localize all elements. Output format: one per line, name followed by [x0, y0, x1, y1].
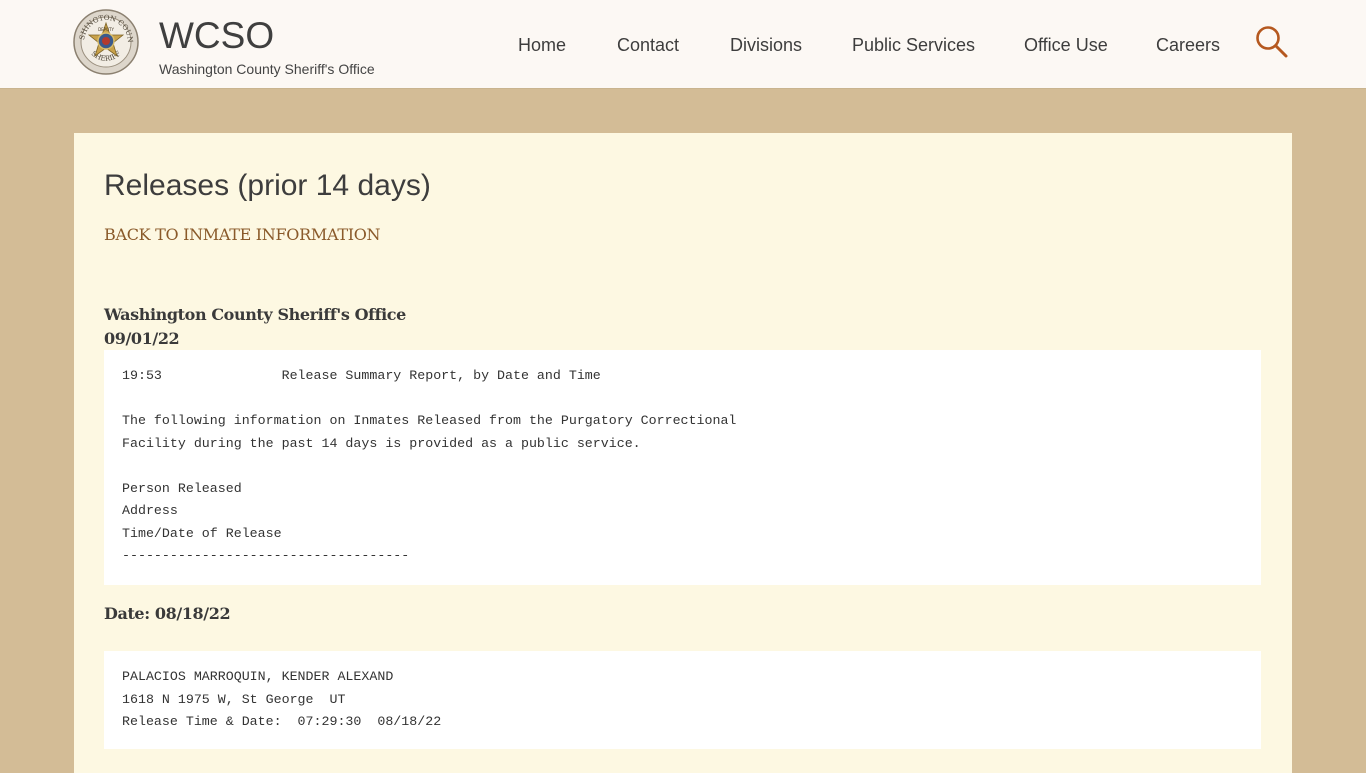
back-to-inmate-information-link[interactable]: BACK TO INMATE INFORMATION — [104, 225, 381, 245]
nav-contact[interactable]: Contact — [617, 34, 679, 56]
search-icon — [1256, 26, 1288, 58]
report-line: Time/Date of Release — [122, 525, 282, 541]
release-record-text: PALACIOS MARROQUIN, KENDER ALEXAND 1618 … — [122, 666, 441, 734]
page-title: Releases (prior 14 days) — [104, 169, 431, 202]
report-line: Person Released — [122, 480, 242, 496]
report-summary-box: 19:53 Release Summary Report, by Date an… — [104, 350, 1261, 585]
site-header: WASHINGTON COUNTY SHERIFF DEPUTY WCSO Wa… — [0, 0, 1366, 89]
report-line: 19:53 Release Summary Report, by Date an… — [122, 368, 601, 383]
main-navigation: Home Contact Divisions Public Services O… — [0, 34, 1366, 56]
report-date: 09/01/22 — [104, 329, 180, 348]
nav-careers[interactable]: Careers — [1156, 34, 1220, 56]
office-name: Washington County Sheriff's Office — [104, 305, 406, 324]
record-name: PALACIOS MARROQUIN, KENDER ALEXAND — [122, 669, 394, 684]
main-content: Releases (prior 14 days) BACK TO INMATE … — [74, 133, 1292, 773]
nav-public-services[interactable]: Public Services — [852, 34, 975, 56]
svg-text:DEPUTY: DEPUTY — [98, 27, 114, 32]
report-line: ------------------------------------ — [122, 548, 410, 563]
release-date-heading: Date: 08/18/22 — [104, 604, 231, 623]
nav-office-use[interactable]: Office Use — [1024, 34, 1108, 56]
report-line: The following information on Inmates Rel… — [122, 413, 737, 428]
report-line: Address — [122, 503, 178, 518]
release-record: PALACIOS MARROQUIN, KENDER ALEXAND 1618 … — [104, 651, 1261, 749]
search-button[interactable] — [1255, 25, 1289, 59]
site-subtitle: Washington County Sheriff's Office — [159, 61, 375, 77]
report-line: Facility during the past 14 days is prov… — [122, 435, 641, 451]
nav-divisions[interactable]: Divisions — [730, 34, 802, 56]
record-address: 1618 N 1975 W, St George UT — [122, 691, 346, 707]
report-header: Washington County Sheriff's Office 09/01… — [104, 303, 406, 351]
record-release-time: Release Time & Date: 07:29:30 08/18/22 — [122, 714, 442, 729]
report-summary-text: 19:53 Release Summary Report, by Date an… — [122, 365, 736, 568]
nav-home[interactable]: Home — [518, 34, 566, 56]
